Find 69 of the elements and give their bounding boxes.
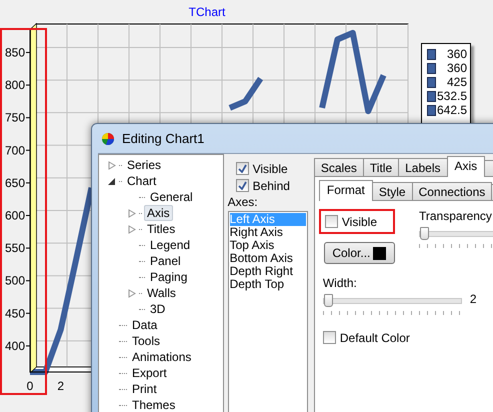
tab[interactable]: Style bbox=[372, 182, 413, 201]
y-tick-label: 400 bbox=[4, 338, 25, 353]
y-tick-label: 850 bbox=[4, 45, 25, 60]
tree-item[interactable]: Animations bbox=[129, 349, 194, 365]
legend-swatch bbox=[427, 62, 436, 74]
tab[interactable]: Scales bbox=[314, 158, 364, 177]
list-item[interactable]: Top Axis bbox=[230, 239, 306, 252]
tab[interactable]: Connections bbox=[412, 182, 492, 201]
tab[interactable]: Labels bbox=[398, 158, 448, 177]
tree-item[interactable]: 3D bbox=[147, 301, 168, 317]
expand-icon[interactable] bbox=[107, 160, 117, 170]
list-item[interactable]: Depth Right bbox=[230, 265, 306, 278]
tree-item[interactable]: Print bbox=[129, 381, 160, 397]
list-item[interactable]: Right Axis bbox=[230, 226, 306, 239]
tree-item[interactable]: Export bbox=[129, 365, 170, 381]
y-tick-label: 600 bbox=[4, 208, 25, 222]
color-button[interactable]: Color... bbox=[324, 242, 395, 264]
legend-value: 532.5 bbox=[436, 89, 467, 103]
tab[interactable]: Axis bbox=[446, 156, 486, 177]
tree-item[interactable]: Walls bbox=[144, 285, 179, 301]
expand-icon[interactable] bbox=[127, 288, 137, 298]
legend-value: 642.5 bbox=[436, 103, 467, 117]
tree-item[interactable]: General bbox=[147, 189, 196, 205]
collapse-icon[interactable] bbox=[107, 176, 117, 186]
tree-item[interactable]: Legend bbox=[147, 237, 194, 253]
x-tick-label: 2 bbox=[57, 379, 64, 393]
tree-item[interactable]: Series bbox=[124, 157, 164, 173]
tree-item[interactable]: Data bbox=[129, 317, 160, 333]
tree-item[interactable]: Themes bbox=[129, 397, 178, 412]
x-tick-label: 0 bbox=[26, 379, 34, 393]
tree-item[interactable]: Chart bbox=[124, 173, 160, 189]
slider-thumb[interactable] bbox=[324, 294, 333, 307]
y-tick-label: 700 bbox=[4, 143, 25, 158]
y-tick-label: 500 bbox=[4, 274, 25, 288]
y-tick-label: 550 bbox=[4, 241, 25, 256]
legend-value: 425 bbox=[446, 75, 467, 89]
legend-value: 360 bbox=[446, 47, 467, 61]
tree-item[interactable]: Titles bbox=[144, 221, 178, 237]
tree-item[interactable]: Panel bbox=[147, 253, 184, 269]
tree-item[interactable]: Tools bbox=[129, 333, 164, 349]
legend-value: 360 bbox=[446, 61, 467, 75]
checkbox[interactable]: Behind bbox=[228, 177, 308, 194]
legend-swatch bbox=[427, 104, 436, 116]
y-tick-label: 750 bbox=[4, 110, 25, 125]
axes-label: Axes: bbox=[228, 195, 259, 209]
checkbox[interactable]: Default Color bbox=[318, 329, 493, 346]
checkbox[interactable]: Visible bbox=[324, 213, 377, 230]
checkbox[interactable]: Visible bbox=[228, 160, 308, 177]
app-icon bbox=[101, 132, 115, 146]
width-label: Width: bbox=[322, 276, 358, 290]
dialog-title: Editing Chart1 bbox=[122, 131, 204, 146]
y-tick-label: 800 bbox=[4, 78, 25, 92]
list-item[interactable]: Depth Top bbox=[230, 278, 306, 291]
y-tick-label: 650 bbox=[4, 176, 25, 190]
width-value: 2 bbox=[470, 292, 477, 306]
tree-item[interactable]: Axis bbox=[144, 205, 173, 221]
transparency-label: Transparency bbox=[419, 209, 493, 223]
chart-title: TChart bbox=[188, 5, 226, 19]
legend-swatch bbox=[427, 76, 436, 88]
legend-swatch bbox=[427, 48, 436, 60]
tree-item[interactable]: Paging bbox=[147, 269, 190, 285]
tab[interactable]: Title bbox=[362, 158, 400, 177]
slider-thumb[interactable] bbox=[420, 227, 429, 240]
expand-icon[interactable] bbox=[127, 224, 137, 234]
tab[interactable]: Format bbox=[318, 180, 373, 201]
expand-icon[interactable] bbox=[127, 208, 137, 218]
legend-swatch bbox=[427, 90, 436, 102]
y-tick-label: 450 bbox=[4, 306, 25, 320]
list-item[interactable]: Bottom Axis bbox=[230, 252, 306, 265]
